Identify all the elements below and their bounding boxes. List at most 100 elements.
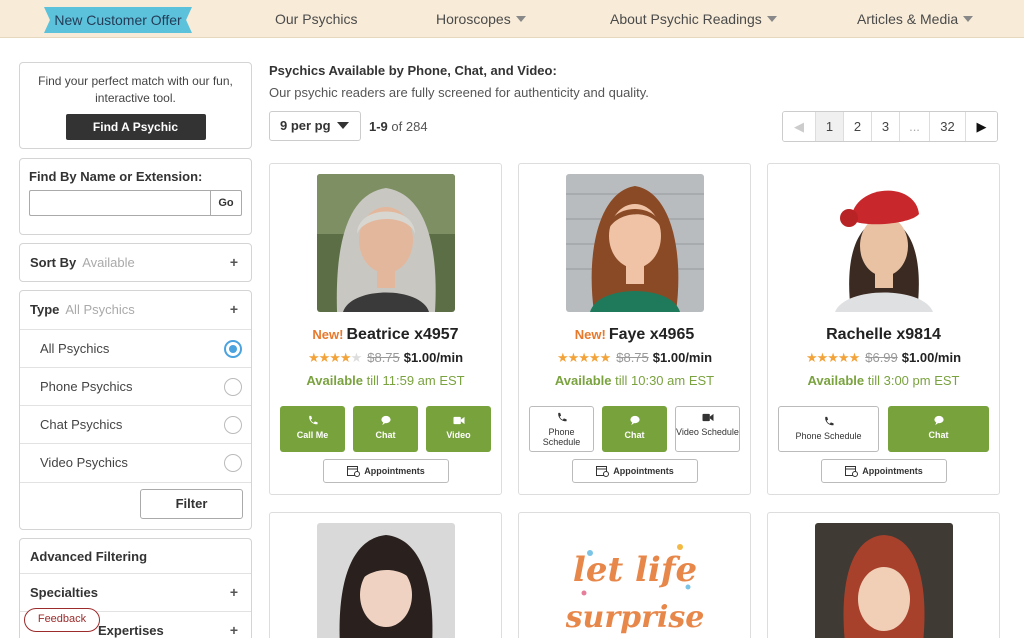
button-label: Call Me	[296, 430, 329, 440]
new-badge: New!	[312, 327, 344, 342]
page-button[interactable]: 2	[843, 112, 871, 141]
psychic-card[interactable]: let life surprise	[518, 512, 751, 638]
psychic-name[interactable]: Rachelle x9814	[768, 326, 999, 344]
availability-time: till 11:59 am EST	[362, 373, 465, 388]
prev-page-icon[interactable]: ◀	[783, 112, 815, 141]
divider	[20, 573, 251, 574]
appointments-button[interactable]: Appointments	[323, 459, 449, 483]
phone-schedule-button[interactable]: Phone Schedule	[778, 406, 879, 452]
nav-label: Horoscopes	[436, 11, 511, 27]
page-button[interactable]: 1	[815, 112, 843, 141]
psychic-photo[interactable]	[317, 174, 455, 312]
psychic-card[interactable]: New! Beatrice x4957 ★★★★★ $8.75 $1.00/min A…	[269, 163, 502, 495]
appointments-label: Appointments	[862, 466, 923, 476]
psychic-card[interactable]	[269, 512, 502, 638]
radio-icon[interactable]	[224, 454, 242, 472]
video-icon	[702, 413, 713, 422]
go-button[interactable]: Go	[210, 190, 242, 216]
expand-plus-icon[interactable]: +	[230, 622, 238, 638]
appointments-button[interactable]: Appointments	[821, 459, 947, 483]
find-a-psychic-button[interactable]: Find A Psychic	[65, 114, 206, 140]
filter-button[interactable]: Filter	[140, 489, 243, 519]
button-label: Video Schedule	[676, 427, 739, 437]
chevron-down-icon	[336, 122, 349, 129]
expand-plus-icon[interactable]: +	[230, 301, 238, 317]
psychic-card[interactable]	[767, 512, 1000, 638]
chat-button[interactable]: Chat	[602, 406, 667, 452]
type-option-video[interactable]: Video Psychics	[20, 443, 251, 483]
button-label: Chat	[928, 430, 949, 440]
psychic-name[interactable]: New! Faye x4965	[519, 326, 750, 344]
psychic-name[interactable]: New! Beatrice x4957	[270, 326, 501, 344]
type-option-label: Video Psychics	[40, 455, 128, 470]
availability: Available till 10:30 am EST	[519, 373, 750, 388]
psychic-card[interactable]: New! Faye x4965 ★★★★★ $8.75 $1.00/min Avail…	[518, 163, 751, 495]
psychic-photo[interactable]	[317, 523, 455, 638]
page-ellipsis: ...	[899, 112, 929, 141]
type-option-chat[interactable]: Chat Psychics	[20, 405, 251, 443]
star-rating-icon: ★★★★★	[805, 350, 860, 365]
search-title: Find By Name or Extension:	[29, 169, 203, 184]
chat-button[interactable]: Chat	[353, 406, 418, 452]
availability-status: Available	[554, 373, 612, 388]
old-price: $6.99	[865, 350, 898, 365]
psychic-card[interactable]: Rachelle x9814 ★★★★★ $6.99 $1.00/min Avail…	[767, 163, 1000, 495]
chevron-down-icon	[766, 16, 777, 22]
art-text-line: surprise	[566, 600, 704, 635]
nav-horoscopes[interactable]: Horoscopes	[436, 11, 526, 27]
per-page-value: 9 per pg	[280, 118, 331, 133]
psychic-photo[interactable]	[815, 523, 953, 638]
video-button[interactable]: Video	[426, 406, 491, 452]
sort-by-panel[interactable]: Sort By Available +	[19, 243, 252, 282]
name-extension-input[interactable]	[29, 190, 211, 216]
chat-icon	[629, 415, 640, 426]
results-range: 1-9 of 284	[369, 119, 428, 134]
nav-label: Articles & Media	[857, 11, 959, 27]
search-panel: Find By Name or Extension: Go	[19, 158, 252, 235]
rating-price: ★★★★★ $8.75 $1.00/min	[519, 350, 750, 366]
specialties-label[interactable]: Specialties	[30, 585, 98, 600]
range-total: of 284	[387, 119, 428, 134]
expand-plus-icon[interactable]: +	[230, 254, 238, 270]
call-me-button[interactable]: Call Me	[280, 406, 345, 452]
old-price: $8.75	[367, 350, 400, 365]
per-page-select[interactable]: 9 per pg	[269, 111, 361, 141]
feedback-button[interactable]: Feedback	[24, 608, 100, 632]
nav-label: Our Psychics	[275, 11, 358, 27]
chat-icon	[933, 415, 944, 426]
psychic-photo[interactable]	[815, 174, 953, 312]
type-option-label: All Psychics	[40, 341, 110, 356]
new-customer-offer-link[interactable]: New Customer Offer	[44, 7, 192, 33]
page-button[interactable]: 3	[871, 112, 899, 141]
video-schedule-button[interactable]: Video Schedule	[675, 406, 740, 452]
chat-button[interactable]: Chat	[888, 406, 989, 452]
expertises-label[interactable]: Expertises	[98, 623, 164, 638]
nav-articles-media[interactable]: Articles & Media	[857, 11, 974, 27]
radio-icon[interactable]	[224, 416, 242, 434]
next-page-icon[interactable]: ▶	[965, 112, 997, 141]
phone-icon	[824, 416, 834, 426]
phone-icon	[308, 415, 318, 425]
appointments-label: Appointments	[613, 466, 674, 476]
psychic-photo[interactable]	[566, 174, 704, 312]
psychic-name-text: Faye x4965	[608, 326, 695, 343]
button-label: Chat	[624, 430, 645, 440]
art-text-line: let life	[573, 550, 697, 590]
availability-time: till 10:30 am EST	[611, 373, 715, 388]
phone-schedule-button[interactable]: Phone Schedule	[529, 406, 594, 452]
availability: Available till 3:00 pm EST	[768, 373, 999, 388]
type-option-phone[interactable]: Phone Psychics	[20, 367, 251, 405]
page-button[interactable]: 32	[929, 112, 965, 141]
nav-about-psychic-readings[interactable]: About Psychic Readings	[610, 11, 777, 27]
calendar-icon	[347, 466, 361, 477]
appointments-button[interactable]: Appointments	[572, 459, 698, 483]
nav-our-psychics[interactable]: Our Psychics	[275, 11, 357, 27]
sort-by-header: Sort By Available	[30, 255, 135, 270]
expand-plus-icon[interactable]: +	[230, 584, 238, 600]
psychic-photo[interactable]: let life surprise	[566, 523, 704, 638]
radio-selected-icon[interactable]	[224, 340, 242, 358]
sort-by-label: Sort By	[30, 255, 77, 270]
type-panel: Type All Psychics + All Psychics Phone Ps…	[19, 290, 252, 530]
radio-icon[interactable]	[224, 378, 242, 396]
type-option-all[interactable]: All Psychics	[20, 329, 251, 367]
